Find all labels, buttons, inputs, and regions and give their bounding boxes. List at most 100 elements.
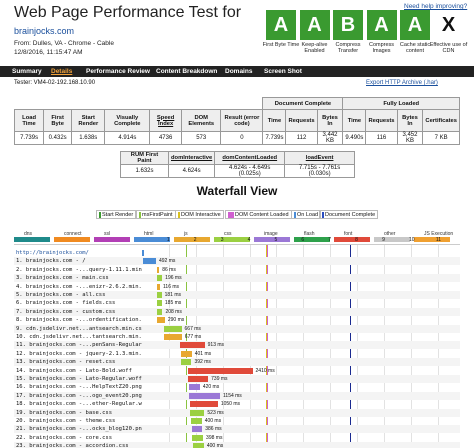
request-duration: 208 ms	[165, 308, 182, 315]
request-url[interactable]: 19. brainjocks.com - base.css	[16, 409, 142, 417]
table-row[interactable]: 13. brainjocks.com - reset.css 392 ms	[14, 358, 460, 367]
timing-header[interactable]: domContentLoaded	[214, 151, 286, 165]
request-url[interactable]: 12. brainjocks.com - jquery-2.1.3.min.js	[16, 350, 142, 358]
request-url[interactable]: 7. brainjocks.com - custom.css	[16, 308, 142, 316]
col-header: First Byte	[43, 109, 73, 132]
request-url[interactable]: 13. brainjocks.com - reset.css	[16, 358, 142, 366]
request-bar	[187, 367, 253, 374]
request-bar	[193, 443, 204, 448]
request-url[interactable]: 4. brainjocks.com -...enizr-2.6.2.min.js	[16, 283, 142, 291]
legend-label: Start Render	[102, 212, 134, 218]
tab-domains[interactable]: Domains	[225, 66, 252, 77]
col-header: DOM Elements	[181, 109, 222, 132]
grade-cache-static-content[interactable]: A	[400, 10, 430, 40]
grade-compress-images[interactable]: A	[366, 10, 397, 40]
request-bar	[157, 317, 165, 324]
metric-value: 7.739s	[262, 131, 287, 145]
table-row[interactable]: 19. brainjocks.com - base.css 523 ms	[14, 408, 460, 417]
table-row[interactable]: 10. cdn.jsdelivr.net...tantsearch.min.js…	[14, 333, 460, 341]
table-row[interactable]: 9. cdn.jsdelivr.net...antsearch.min.css 6…	[14, 324, 460, 333]
table-row[interactable]: 11. brainjocks.com -...penSans-Regular.t…	[14, 341, 460, 350]
request-url[interactable]: 20. brainjocks.com - theme.css	[16, 417, 142, 425]
request-url[interactable]: 10. cdn.jsdelivr.net...tantsearch.min.js	[16, 333, 142, 341]
table-row[interactable]: 18. brainjocks.com -...ether-Regular.wof…	[14, 400, 460, 408]
table-row[interactable]: http://brainjocks.com/	[14, 249, 460, 257]
grade-effective-use-of-cdn[interactable]: X	[433, 10, 464, 40]
request-url[interactable]: 1. brainjocks.com - /	[16, 257, 142, 265]
grade-first-byte-time[interactable]: A	[266, 10, 296, 40]
help-link[interactable]: Need help improving?	[404, 3, 467, 10]
table-row[interactable]: 4. brainjocks.com -...enizr-2.6.2.min.js…	[14, 283, 460, 291]
export-har-link[interactable]: Export HTTP Archive (.har)	[366, 80, 438, 86]
timing-value: 1.632s	[120, 164, 169, 178]
request-url[interactable]: 18. brainjocks.com -...ether-Regular.wof…	[16, 400, 142, 408]
timing-header[interactable]: loadEvent	[284, 151, 355, 165]
grade-keep-alive-enabled[interactable]: A	[299, 10, 330, 40]
request-bar	[189, 401, 218, 408]
request-duration: 400 ms	[204, 418, 222, 424]
tab-performance-review[interactable]: Performance Review	[86, 66, 150, 77]
type-swatch	[374, 237, 410, 242]
request-bar	[191, 426, 203, 433]
table-row[interactable]: 2. brainjocks.com -...query-1.11.1.min.j…	[14, 266, 460, 274]
request-url[interactable]: 8. brainjocks.com -...ordentification.js	[16, 316, 142, 324]
table-row[interactable]: 20. brainjocks.com - theme.css 400 ms	[14, 417, 460, 425]
tab-screen-shot[interactable]: Screen Shot	[264, 66, 302, 77]
request-duration: 523 ms	[207, 409, 224, 416]
request-url[interactable]: 11. brainjocks.com -...penSans-Regular.t…	[16, 341, 142, 349]
request-url[interactable]: 16. brainjocks.com -...HelpTextZ20.png	[16, 383, 142, 391]
legend-label: DOM Interactive	[181, 212, 221, 218]
tick-label: 4	[247, 237, 251, 243]
tab-details[interactable]: Details	[51, 66, 72, 77]
tick-label: 6	[301, 237, 305, 243]
timing-header[interactable]: domInteractive	[167, 151, 216, 165]
legend-dom-content-loaded: DOM Content Loaded	[225, 210, 292, 219]
tick-label: 10	[408, 237, 415, 243]
request-url[interactable]: 23. brainjocks.com - accordion.css	[16, 442, 142, 448]
request-url[interactable]: 5. brainjocks.com - all.css	[16, 291, 142, 299]
table-row[interactable]: 23. brainjocks.com - accordion.css 400 ms	[14, 442, 460, 448]
table-row[interactable]: 21. brainjocks.com -...ocks_blog120.png 3…	[14, 425, 460, 434]
table-row[interactable]: 14. brainjocks.com - Lato-Bold.woff 2410 …	[14, 367, 460, 375]
request-url[interactable]: http://brainjocks.com/	[16, 249, 142, 257]
metric-value: 573	[181, 131, 222, 145]
request-bar	[192, 434, 204, 441]
tab-content-breakdown[interactable]: Content Breakdown	[156, 66, 217, 77]
request-url[interactable]: 3. brainjocks.com - main.css	[16, 274, 142, 282]
table-row[interactable]: 5. brainjocks.com - all.css 181 ms	[14, 291, 460, 299]
tab-summary[interactable]: Summary	[12, 66, 42, 77]
request-url[interactable]: 15. brainjocks.com - Lato-Regular.woff	[16, 375, 142, 383]
request-url[interactable]: 21. brainjocks.com -...ocks_blog120.png	[16, 425, 142, 433]
table-row[interactable]: 12. brainjocks.com - jquery-2.1.3.min.js…	[14, 350, 460, 358]
table-row[interactable]: 8. brainjocks.com -...ordentification.js…	[14, 316, 460, 324]
table-row[interactable]: 7. brainjocks.com - custom.css 208 ms	[14, 307, 460, 316]
table-row[interactable]: 1. brainjocks.com - / 492 ms	[14, 257, 460, 266]
grade-compress-transfer[interactable]: B	[333, 10, 363, 40]
request-duration: 1154 ms	[223, 392, 242, 399]
table-row[interactable]: 6. brainjocks.com - fields.css 185 ms	[14, 299, 460, 307]
table-row[interactable]: 17. brainjocks.com -...ogo_event20.png 11…	[14, 391, 460, 400]
metric-value: 3,442 KB	[316, 131, 344, 145]
request-bar	[142, 250, 144, 256]
request-url[interactable]: 17. brainjocks.com -...ogo_event20.png	[16, 392, 142, 400]
request-url[interactable]: 9. cdn.jsdelivr.net...antsearch.min.css	[16, 325, 142, 333]
table-row[interactable]: 3. brainjocks.com - main.css 196 ms	[14, 274, 460, 283]
request-url[interactable]: 22. brainjocks.com - core.css	[16, 434, 142, 442]
request-url[interactable]: 2. brainjocks.com -...query-1.11.1.min.j…	[16, 266, 142, 274]
table-row[interactable]: 22. brainjocks.com - core.css 398 ms	[14, 434, 460, 442]
timings-table: RUM First Paint domInteractive domContentL…	[120, 151, 355, 178]
table-row[interactable]: 16. brainjocks.com -...HelpTextZ20.png 42…	[14, 383, 460, 391]
summary-table: Document Complete Fully Loaded Load Time…	[13, 97, 460, 145]
request-duration: 185 ms	[164, 300, 182, 307]
nav-bar: Summary Details Performance Review Conte…	[0, 66, 474, 77]
tick-label: 1	[166, 237, 170, 243]
col-header[interactable]: Speed Index	[149, 109, 183, 132]
metric-value: 1.638s	[71, 131, 106, 145]
request-bar	[180, 342, 205, 349]
table-row[interactable]: 15. brainjocks.com - Lato-Regular.woff 73…	[14, 375, 460, 383]
type-swatch	[334, 237, 370, 242]
request-url[interactable]: 14. brainjocks.com - Lato-Bold.woff	[16, 367, 142, 375]
site-link[interactable]: brainjocks.com	[14, 26, 74, 36]
request-url[interactable]: 6. brainjocks.com - fields.css	[16, 299, 142, 307]
request-duration: 2410 ms	[255, 367, 275, 374]
